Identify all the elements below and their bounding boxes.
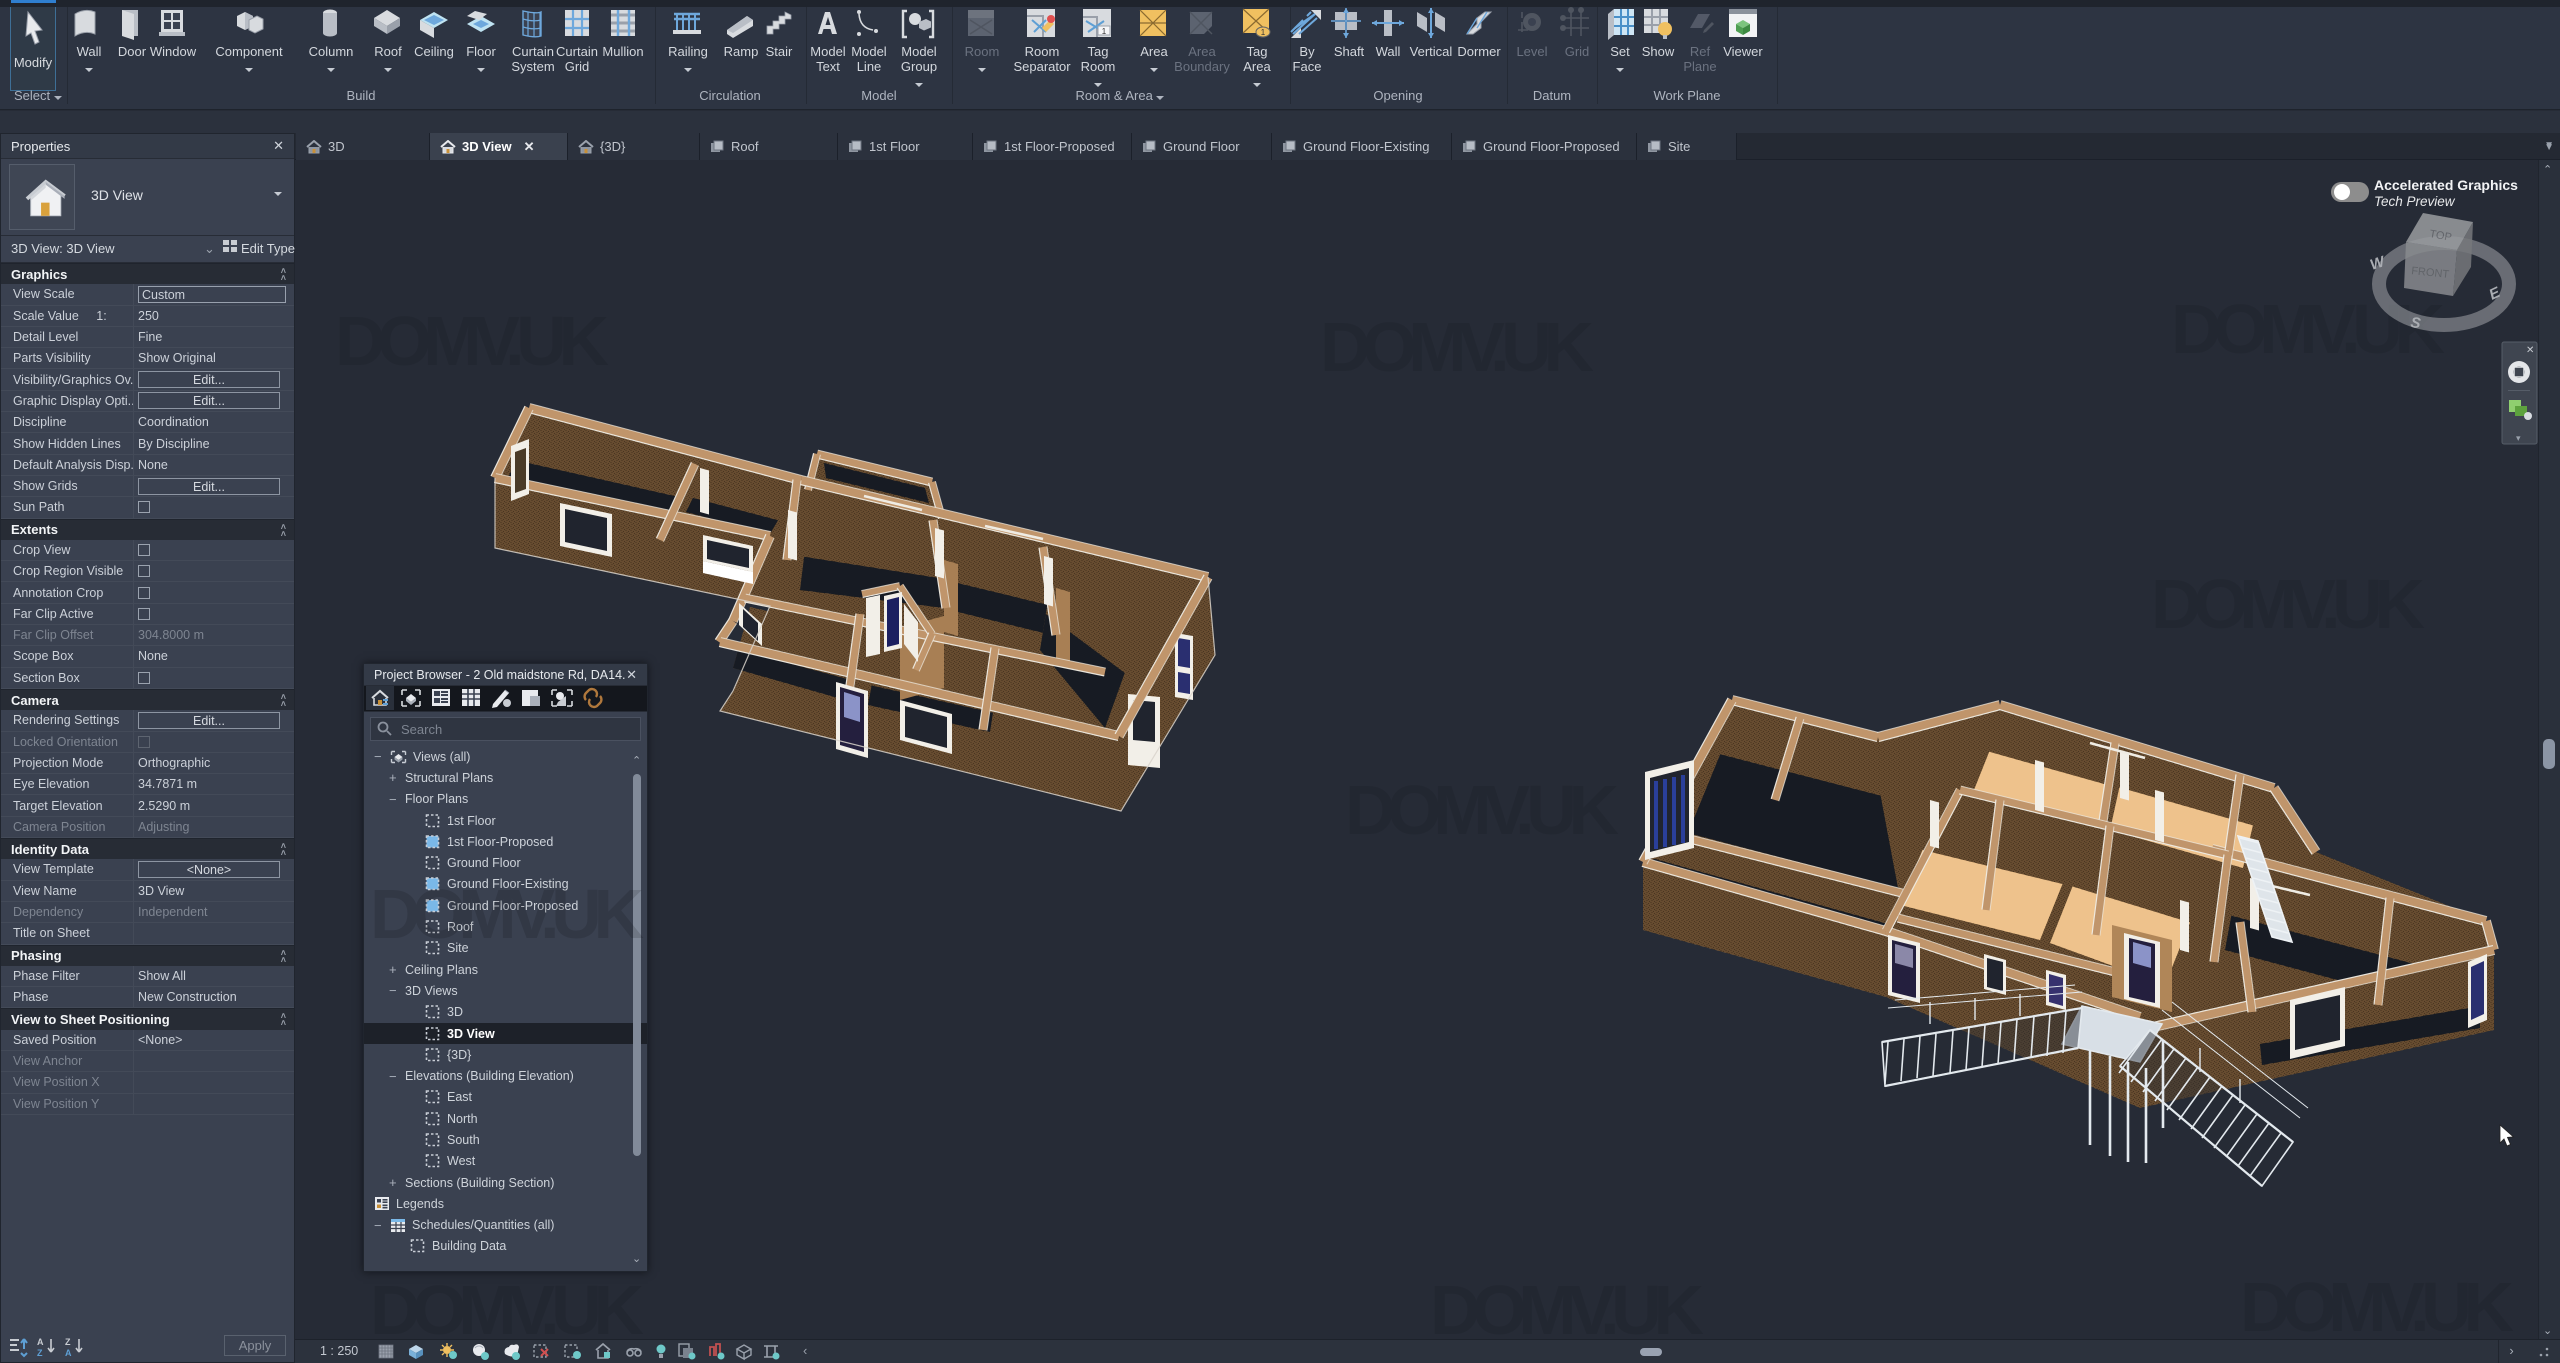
svg-text:DOMV.UK: DOMV.UK: [2151, 565, 2424, 643]
svg-text:DOMV.UK: DOMV.UK: [2171, 290, 2444, 368]
svg-text:▾: ▾: [2516, 433, 2521, 443]
svg-text:Z: Z: [37, 1348, 43, 1358]
svg-text:1: 1: [1102, 27, 1107, 36]
svg-text:1: 1: [1261, 28, 1266, 37]
svg-text:DOMV.UK: DOMV.UK: [2240, 1268, 2513, 1339]
svg-text:Accelerated Graphics: Accelerated Graphics: [2374, 177, 2518, 193]
svg-text:Z: Z: [65, 1337, 71, 1347]
svg-text:DOMV.UK: DOMV.UK: [335, 302, 608, 380]
svg-text:A: A: [37, 1337, 44, 1347]
svg-text:DOMV.UK: DOMV.UK: [1320, 308, 1593, 386]
svg-text:A: A: [65, 1348, 72, 1358]
svg-text:DOMV.UK: DOMV.UK: [1430, 1271, 1703, 1339]
svg-text:DOMV.UK: DOMV.UK: [370, 1271, 643, 1339]
svg-text:✕: ✕: [2526, 345, 2534, 356]
svg-text:Tech Preview: Tech Preview: [2374, 194, 2456, 209]
svg-text:DOMV.UK: DOMV.UK: [1345, 771, 1618, 849]
